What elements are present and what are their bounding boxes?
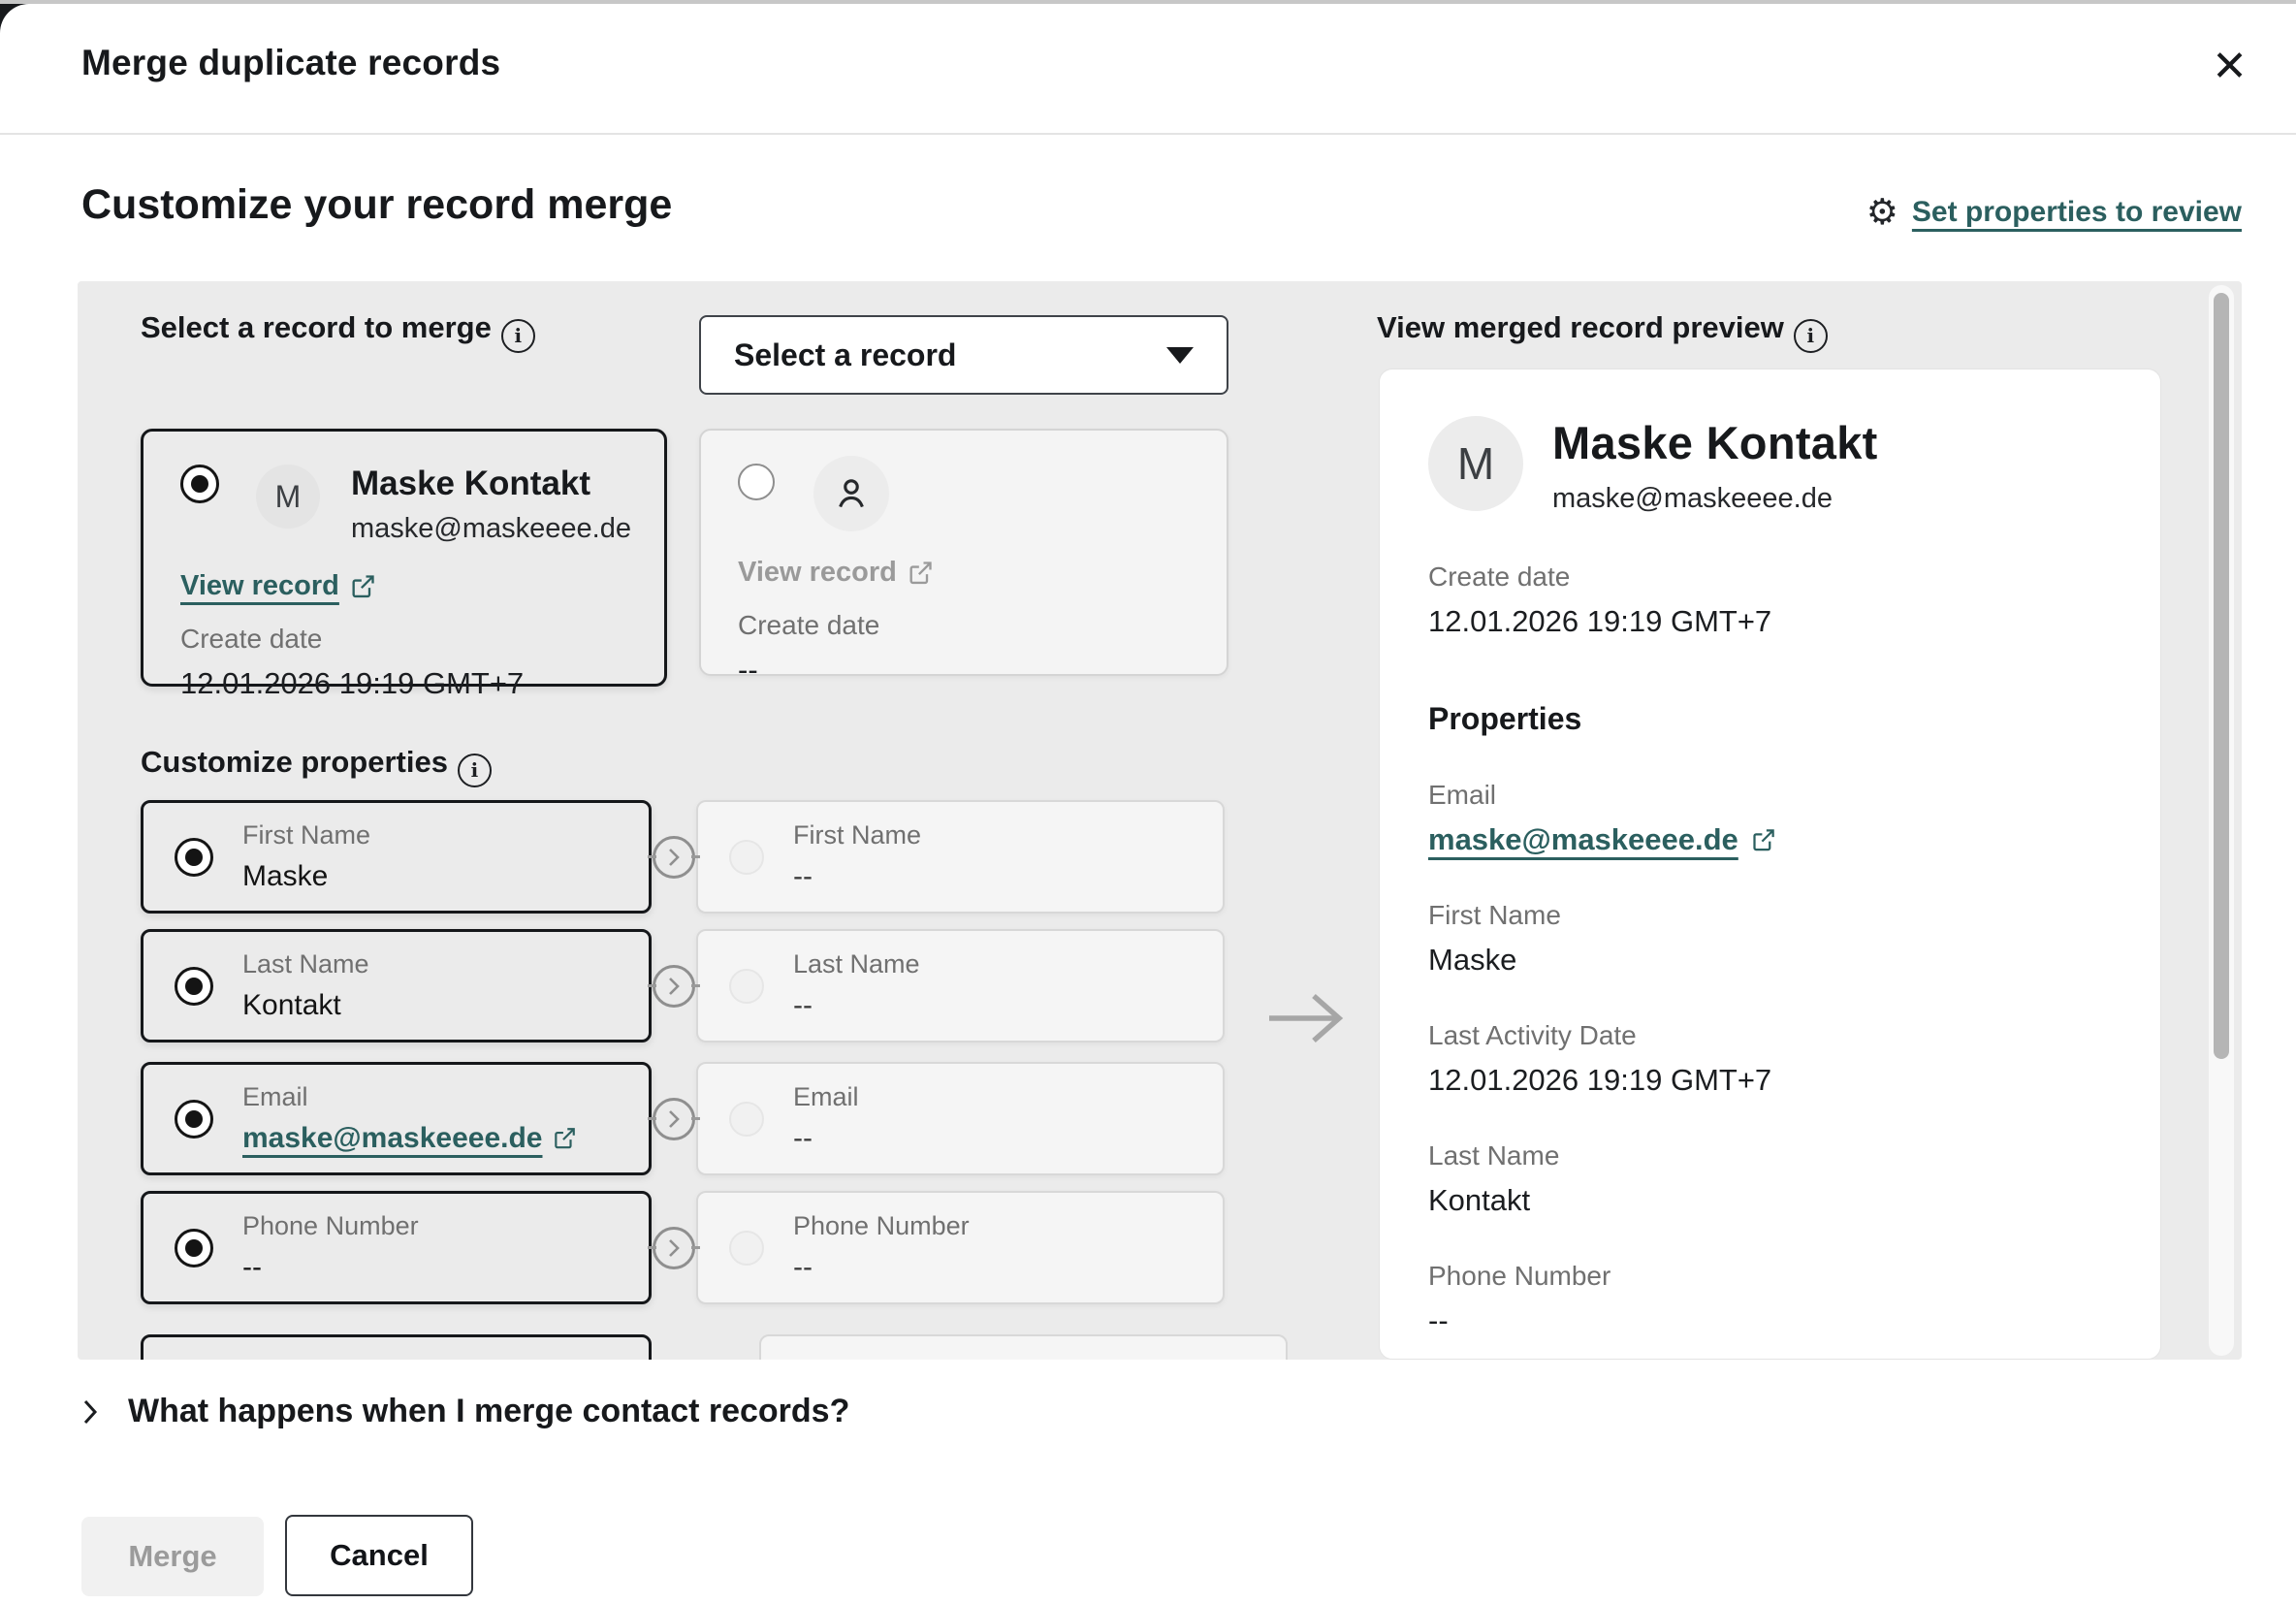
property-card-selected[interactable]: Last Name Kontakt (141, 929, 652, 1043)
preview-record-name: Maske Kontakt (1552, 416, 1878, 469)
external-link-icon (349, 573, 376, 600)
record-email: maske@maskeeee.de (351, 513, 631, 545)
preview-record-email: maske@maskeeee.de (1552, 483, 1878, 515)
property-card-empty[interactable]: Phone Number -- (696, 1191, 1225, 1304)
property-card-empty[interactable]: Email -- (696, 1062, 1225, 1175)
chevron-right-icon (81, 1396, 99, 1428)
view-record-link[interactable]: View record (180, 570, 376, 602)
page-title: Customize your record merge (81, 181, 672, 229)
property-row-last-name: Last Name Kontakt Last Name -- (141, 929, 1225, 1043)
property-card-selected[interactable]: Email maske@maskeeee.de (141, 1062, 652, 1175)
property-radio-selected[interactable] (175, 967, 213, 1006)
create-date-label: Create date (180, 624, 664, 655)
record-name: Maske Kontakt (351, 465, 631, 503)
chevron-right-icon (653, 1227, 695, 1269)
property-card-partial (141, 1334, 652, 1360)
set-properties-to-review[interactable]: ⚙ Set properties to review (1866, 194, 2242, 230)
gear-icon: ⚙ (1866, 194, 1898, 230)
cancel-button[interactable]: Cancel (285, 1515, 473, 1596)
property-radio-empty[interactable] (729, 1102, 764, 1137)
create-date-value: -- (738, 653, 1227, 688)
merge-connector (652, 1191, 696, 1304)
email-link[interactable]: maske@maskeeee.de (242, 1122, 577, 1155)
external-link-icon (907, 560, 934, 587)
close-icon[interactable]: ✕ (2206, 45, 2253, 89)
primary-record-card[interactable]: M Maske Kontakt maske@maskeeee.de View r… (141, 429, 667, 687)
email-link[interactable]: maske@maskeeee.de (1428, 822, 1776, 857)
create-date-value: 12.01.2026 19:19 GMT+7 (1428, 604, 2112, 639)
info-icon[interactable]: i (501, 319, 535, 353)
secondary-record-radio[interactable] (738, 464, 775, 500)
property-radio-empty[interactable] (729, 969, 764, 1004)
merge-connector (652, 929, 696, 1043)
property-radio-selected[interactable] (175, 1100, 213, 1139)
avatar: M (256, 465, 320, 529)
select-record-dropdown[interactable]: Select a record (699, 315, 1228, 395)
info-icon[interactable]: i (1794, 319, 1828, 353)
modal-title: Merge duplicate records (81, 43, 500, 83)
chevron-right-icon (653, 965, 695, 1008)
panel-scrollbar-track[interactable] (2209, 285, 2234, 1356)
info-icon[interactable]: i (458, 754, 492, 787)
secondary-record-header (701, 431, 1227, 531)
faq-question: What happens when I merge contact record… (128, 1393, 849, 1430)
customize-properties-section-label: Customize propertiesi (141, 745, 492, 787)
create-date-value: 12.01.2026 19:19 GMT+7 (180, 666, 664, 701)
merged-record-preview-card: M Maske Kontakt maske@maskeeee.de Create… (1379, 369, 2161, 1360)
modal-header: Merge duplicate records ✕ (0, 4, 2296, 135)
arrow-right-icon (1265, 991, 1349, 1045)
property-radio-empty[interactable] (729, 1231, 764, 1266)
primary-record-header: M Maske Kontakt maske@maskeeee.de (144, 432, 664, 545)
property-radio-selected[interactable] (175, 838, 213, 877)
merge-config-panel: Select a record to mergei Select a recor… (78, 281, 2242, 1360)
avatar: M (1428, 416, 1523, 511)
select-record-section-label: Select a record to mergei (141, 310, 535, 353)
preview-property-first-name: First Name Maske (1428, 900, 2112, 978)
property-card-empty[interactable]: Last Name -- (696, 929, 1225, 1043)
merge-duplicate-records-screen: Merge duplicate records ✕ Customize your… (0, 0, 2296, 1604)
property-card-partial (759, 1334, 1288, 1360)
merge-connector (652, 800, 696, 914)
dropdown-selected-value: Select a record (734, 337, 956, 373)
preview-property-email: Email maske@maskeeee.de (1428, 780, 2112, 857)
set-properties-link[interactable]: Set properties to review (1912, 196, 2242, 229)
property-radio-selected[interactable] (175, 1229, 213, 1267)
preview-property-phone-number: Phone Number -- (1428, 1261, 2112, 1338)
property-row-phone-number: Phone Number -- Phone Number -- (141, 1191, 1225, 1304)
property-radio-empty[interactable] (729, 840, 764, 875)
external-link-icon (1750, 827, 1776, 853)
merge-faq-toggle[interactable]: What happens when I merge contact record… (81, 1393, 849, 1430)
chevron-right-icon (653, 1098, 695, 1140)
merge-button[interactable]: Merge (81, 1517, 264, 1596)
merge-modal: Merge duplicate records ✕ Customize your… (0, 4, 2296, 1604)
property-card-selected[interactable]: First Name Maske (141, 800, 652, 914)
primary-record-radio[interactable] (180, 465, 219, 503)
property-row-first-name: First Name Maske First Name -- (141, 800, 1225, 914)
preview-header: M Maske Kontakt maske@maskeeee.de (1428, 416, 2112, 515)
preview-property-last-name: Last Name Kontakt (1428, 1140, 2112, 1218)
merge-connector (652, 1062, 696, 1175)
create-date-label: Create date (1428, 561, 2112, 593)
property-card-selected[interactable]: Phone Number -- (141, 1191, 652, 1304)
chevron-right-icon (653, 836, 695, 879)
secondary-record-card[interactable]: View record Create date -- (699, 429, 1228, 676)
view-record-link-disabled: View record (738, 557, 934, 589)
person-icon (813, 456, 889, 531)
property-card-empty[interactable]: First Name -- (696, 800, 1225, 914)
chevron-down-icon (1166, 347, 1194, 364)
panel-scrollbar-thumb[interactable] (2214, 293, 2229, 1059)
preview-property-last-activity-date: Last Activity Date 12.01.2026 19:19 GMT+… (1428, 1020, 2112, 1098)
external-link-icon (552, 1126, 577, 1151)
properties-title: Properties (1428, 701, 2112, 737)
property-row-email: Email maske@maskeeee.de (141, 1062, 1225, 1175)
create-date-label: Create date (738, 610, 1227, 641)
preview-section-label: View merged record previewi (1377, 310, 1828, 353)
